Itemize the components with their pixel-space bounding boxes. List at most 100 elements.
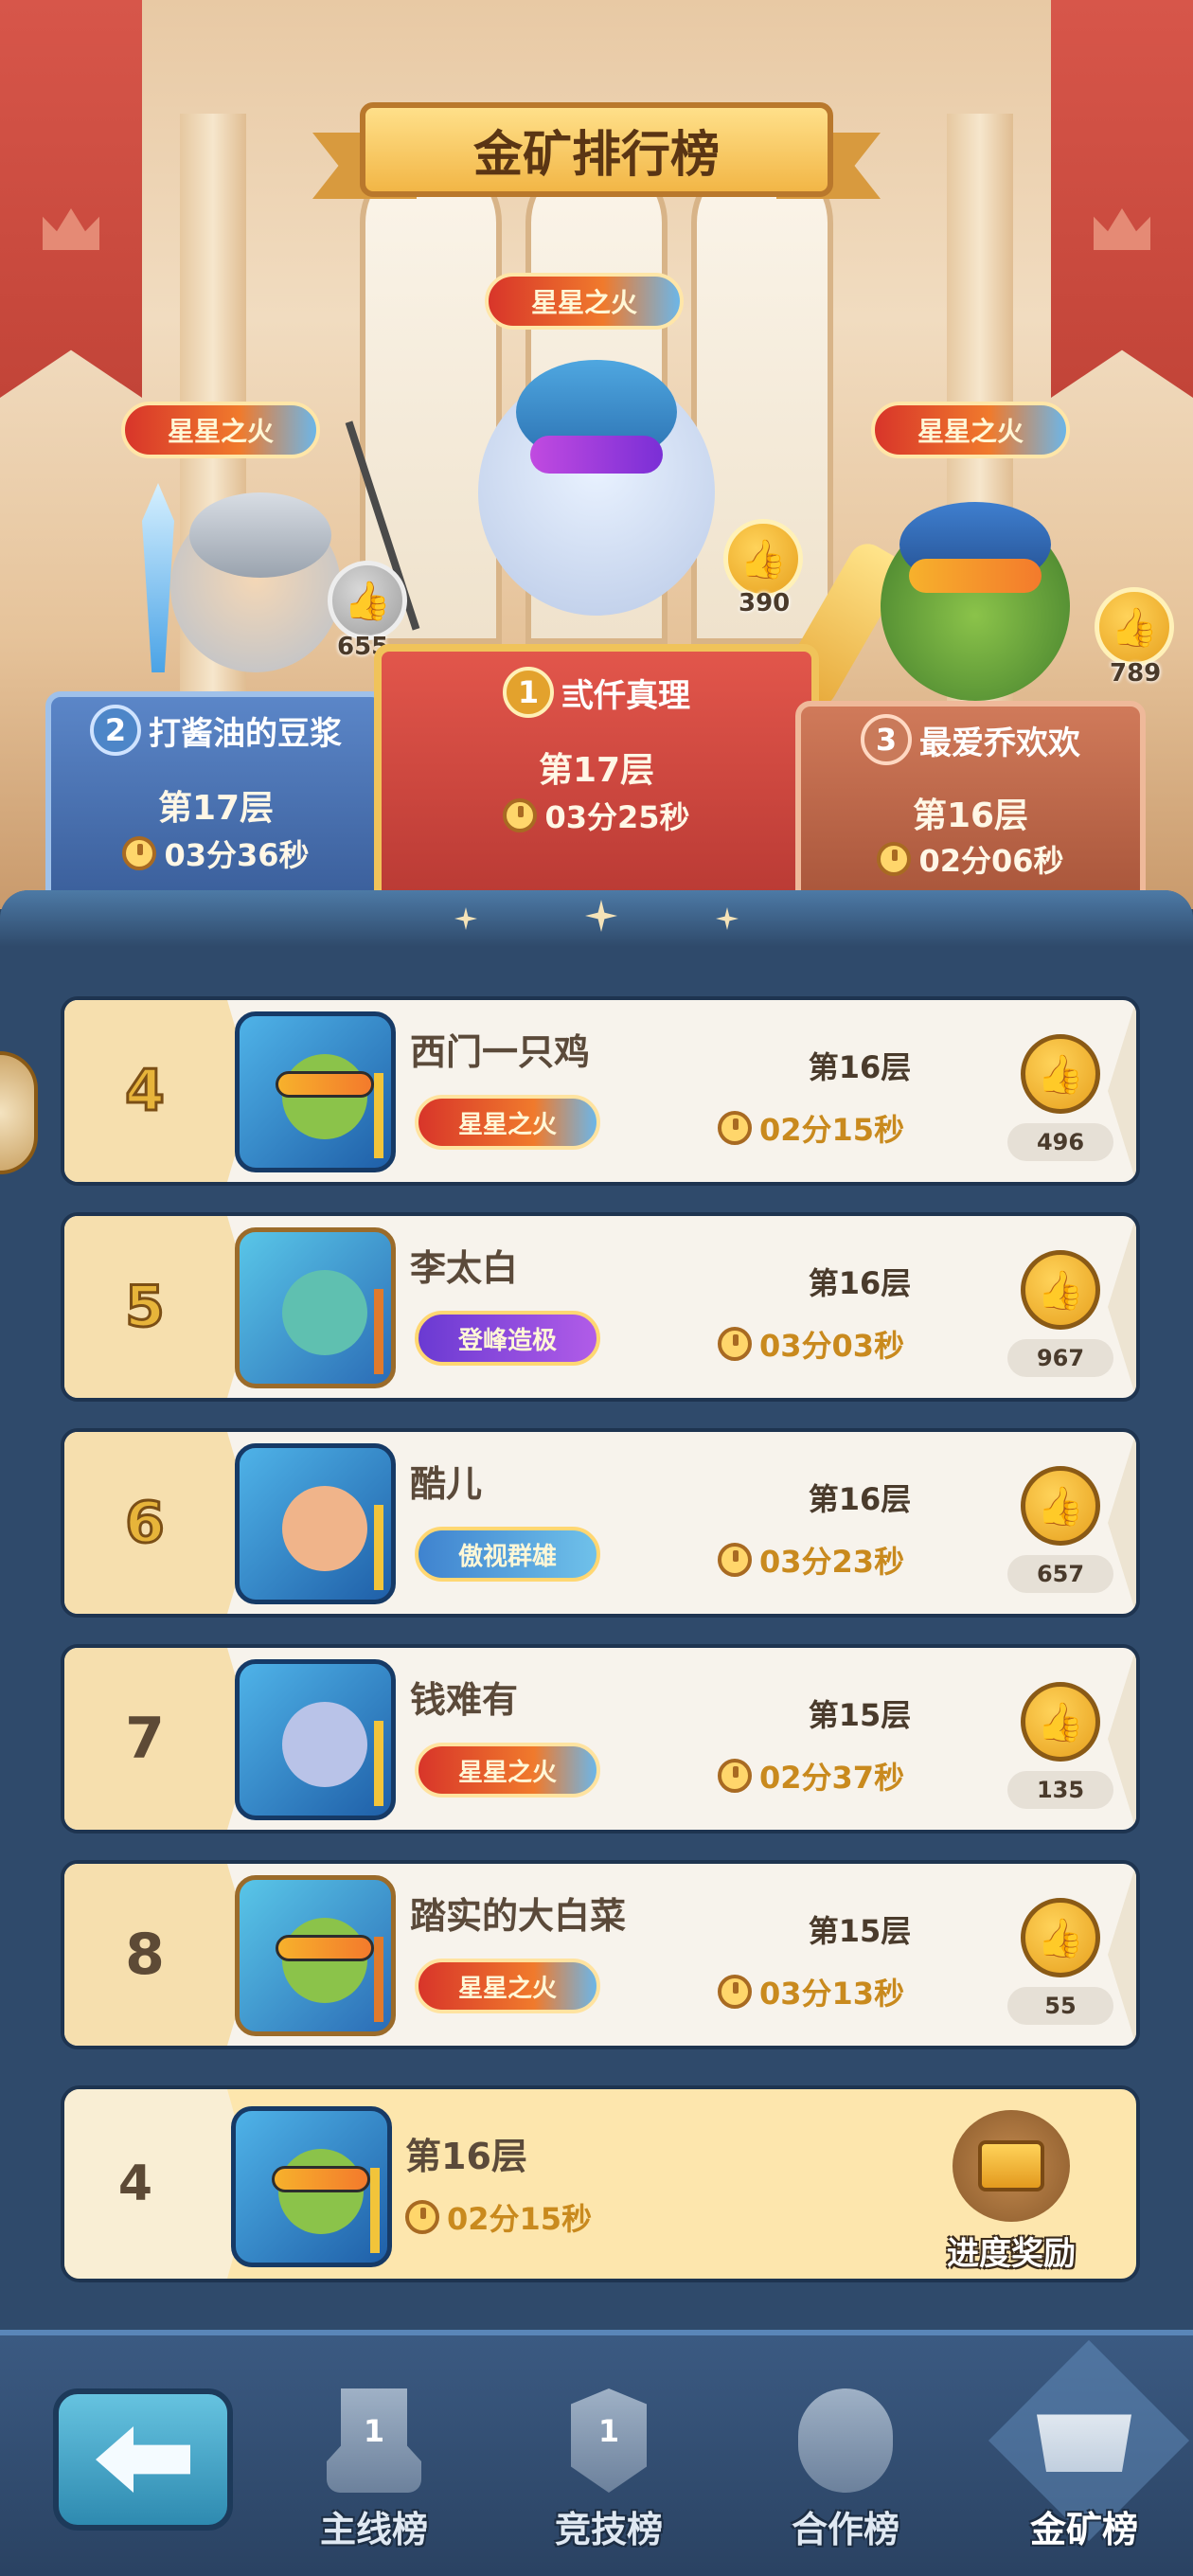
- thumbs-up-icon: 👍: [1111, 605, 1158, 650]
- player-avatar[interactable]: [235, 1011, 396, 1172]
- rank-medal-first: 1: [503, 667, 554, 718]
- clock-icon: [877, 842, 912, 876]
- thumbs-up-icon: 👍: [344, 579, 391, 623]
- title-badge: 傲视群雄: [415, 1527, 600, 1582]
- mine-cart-icon: [1037, 2414, 1131, 2472]
- title-badge-second: 星星之火: [121, 402, 320, 458]
- treasure-chest-icon: [978, 2140, 1044, 2191]
- character-second[interactable]: [170, 492, 341, 672]
- rank-medal-third: 3: [861, 714, 912, 765]
- page-title: 金矿排行榜: [360, 102, 833, 197]
- hanging-banner-left: [0, 0, 142, 398]
- player-avatar[interactable]: [235, 1227, 396, 1388]
- back-arrow-icon: [96, 2426, 190, 2493]
- podium-second-header: 2 打酱油的豆浆: [51, 697, 381, 763]
- like-button[interactable]: 👍: [1021, 1466, 1100, 1546]
- player-name-first: 弎仟真理: [561, 676, 690, 715]
- like-count: 496: [1007, 1123, 1113, 1161]
- player-name: 酷儿: [410, 1463, 483, 1505]
- progress-reward-button[interactable]: [953, 2110, 1070, 2222]
- character-first[interactable]: [478, 360, 715, 616]
- clear-time: 03分13秒: [718, 1970, 904, 2013]
- tab-coop-ranking[interactable]: 合作榜: [760, 2370, 931, 2568]
- hanging-banner-right: [1051, 0, 1193, 398]
- player-avatar[interactable]: [235, 1659, 396, 1820]
- tab-main-ranking[interactable]: 1 主线榜: [289, 2370, 459, 2568]
- my-avatar[interactable]: [231, 2106, 392, 2267]
- clock-icon: [718, 1111, 752, 1145]
- rank-number: 5: [124, 1273, 167, 1342]
- floor-level: 第16层: [808, 1481, 912, 1517]
- player-avatar[interactable]: [235, 1443, 396, 1604]
- title-badge-first: 星星之火: [485, 273, 684, 330]
- tab-arena-ranking[interactable]: 1 竞技榜: [524, 2370, 694, 2568]
- rank-number: 6: [124, 1489, 167, 1558]
- like-count-third: 789: [1110, 659, 1162, 688]
- floor-level: 第16层: [808, 1049, 912, 1085]
- podium-first: 1 弎仟真理 第17层 03分25秒: [374, 644, 819, 909]
- ranking-row[interactable]: 4 西门一只鸡 星星之火 第16层 02分15秒 👍 496: [61, 996, 1140, 1186]
- floor-second: 第17层: [157, 789, 275, 828]
- clear-time: 02分15秒: [718, 1106, 904, 1150]
- side-event-icon[interactable]: [0, 1051, 38, 1174]
- floor-level: 第16层: [808, 1265, 912, 1301]
- clock-icon: [718, 1975, 752, 2009]
- crown-icon: [43, 208, 99, 250]
- title-badge: 星星之火: [415, 1743, 600, 1798]
- like-count: 967: [1007, 1339, 1113, 1377]
- ranking-row[interactable]: 6 酷儿 傲视群雄 第16层 03分23秒 👍 657: [61, 1428, 1140, 1618]
- podium-third: 3 最爱乔欢欢 第16层 02分06秒: [795, 701, 1146, 909]
- back-button[interactable]: [53, 2388, 233, 2531]
- like-button-third[interactable]: 👍: [1095, 587, 1174, 667]
- like-count: 55: [1007, 1987, 1113, 2025]
- crown-icon: [1094, 208, 1150, 250]
- thumbs-up-icon: 👍: [1037, 1268, 1084, 1313]
- player-avatar[interactable]: [235, 1875, 396, 2036]
- clock-icon: [718, 1543, 752, 1577]
- like-button[interactable]: 👍: [1021, 1898, 1100, 1977]
- ranking-row[interactable]: 5 李太白 登峰造极 第16层 03分03秒 👍 967: [61, 1212, 1140, 1402]
- clear-time: 03分23秒: [718, 1538, 904, 1582]
- floor-first: 第17层: [538, 751, 655, 790]
- clock-icon: [718, 1327, 752, 1361]
- like-button[interactable]: 👍: [1021, 1250, 1100, 1330]
- sword: [142, 483, 174, 672]
- time-third: 02分06秒: [801, 837, 1140, 881]
- like-button-second[interactable]: 👍: [328, 561, 407, 640]
- floor-level: 第15层: [808, 1697, 912, 1733]
- player-name: 钱难有: [410, 1679, 519, 1721]
- player-name: 踏实的大白菜: [410, 1895, 627, 1937]
- progress-reward-label[interactable]: 进度奖励: [917, 2227, 1106, 2274]
- character-third[interactable]: [881, 502, 1070, 701]
- thumbs-up-icon: 👍: [1037, 1484, 1084, 1529]
- clear-time: 03分03秒: [718, 1322, 904, 1366]
- rank-medal-second: 2: [90, 705, 141, 756]
- rank-number: 8: [125, 1922, 165, 1988]
- like-button[interactable]: 👍: [1021, 1682, 1100, 1762]
- player-name-second: 打酱油的豆浆: [149, 714, 342, 753]
- podium-section: 金矿排行榜 星星之火 👍 390 星星之火 👍 655 星星之火 👍 789 2…: [0, 0, 1193, 909]
- podium-third-header: 3 最爱乔欢欢: [801, 707, 1140, 773]
- rank-number: 4: [124, 1057, 167, 1126]
- bottom-navigation: 1 主线榜 1 竞技榜 合作榜 金矿榜: [0, 2330, 1193, 2576]
- floor-level: 第15层: [808, 1913, 912, 1949]
- podium-first-header: 1 弎仟真理: [382, 659, 811, 725]
- title-badge: 登峰造极: [415, 1311, 600, 1366]
- podium-second: 2 打酱油的豆浆 第17层 03分36秒: [45, 691, 386, 909]
- tab-goldmine-ranking[interactable]: 金矿榜: [999, 2370, 1169, 2568]
- thumbs-up-icon: 👍: [1037, 1700, 1084, 1744]
- clock-icon: [718, 1759, 752, 1793]
- player-name: 西门一只鸡: [410, 1031, 591, 1073]
- time-first: 03分25秒: [382, 794, 811, 837]
- my-floor-level: 第16层: [405, 2136, 527, 2177]
- like-button[interactable]: 👍: [1021, 1034, 1100, 1114]
- ranking-row[interactable]: 7 钱难有 星星之火 第15层 02分37秒 👍 135: [61, 1644, 1140, 1834]
- ranking-row[interactable]: 8 踏实的大白菜 星星之火 第15层 03分13秒 👍 55: [61, 1860, 1140, 2049]
- like-count: 657: [1007, 1555, 1113, 1593]
- thumbs-up-icon: 👍: [1037, 1052, 1084, 1097]
- like-count-first: 390: [739, 589, 791, 617]
- my-rank-number: 4: [117, 2156, 153, 2212]
- title-badge: 星星之火: [415, 1959, 600, 2013]
- like-button-first[interactable]: 👍: [723, 519, 803, 599]
- title-badge: 星星之火: [415, 1095, 600, 1150]
